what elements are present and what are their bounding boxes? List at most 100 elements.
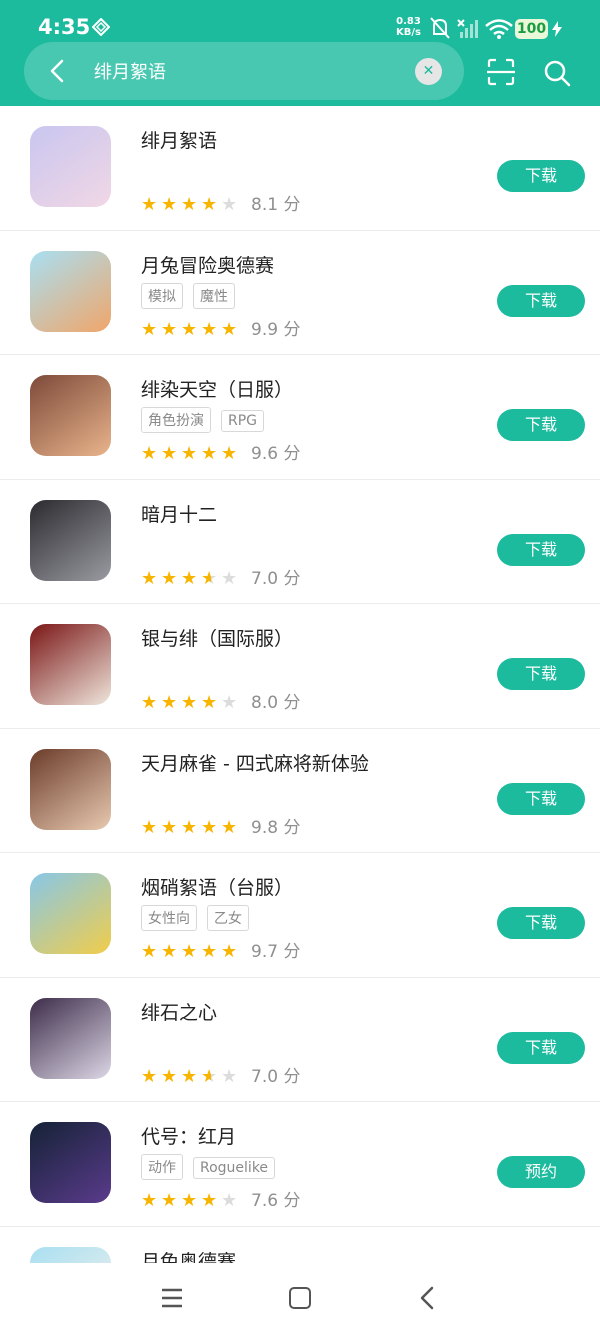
menu-icon[interactable]	[160, 1287, 184, 1309]
app-name[interactable]: 暗月十二	[141, 500, 217, 527]
app-list-item[interactable]: 绯月絮语 ★ ★ ★ ★ ★ 8.1 分下载	[0, 106, 600, 231]
search-icon[interactable]	[543, 59, 571, 87]
star-icon: ★	[141, 816, 158, 838]
clear-search-button[interactable]: ✕	[415, 58, 442, 85]
app-list-item[interactable]: 代号：红月动作 Roguelike ★ ★ ★ ★ ★ 7.6 分 预约	[0, 1102, 600, 1227]
star-icon: ★	[181, 318, 198, 340]
nav-back-icon[interactable]	[418, 1286, 438, 1310]
app-name[interactable]: 代号：红月	[141, 1122, 236, 1149]
app-tags: 女性向 乙女	[141, 905, 259, 931]
app-list-item[interactable]: 银与绯（国际服） ★ ★ ★ ★ ★ 8.0 分下载	[0, 604, 600, 729]
app-list-item[interactable]: 暗月十二 ★ ★ ★ ★ ★ 7.0 分下载	[0, 480, 600, 604]
app-tags: 动作 Roguelike	[141, 1154, 285, 1180]
star-icon: ★	[141, 318, 158, 340]
app-icon[interactable]	[30, 375, 111, 456]
app-list-item[interactable]: 月兔冒险奥德赛 模拟 魔性 ★ ★ ★ ★ ★ 9.9 分下载	[0, 231, 600, 355]
download-button[interactable]: 下载	[497, 284, 585, 317]
star-icon: ★	[181, 1190, 198, 1211]
app-tag: RPG	[221, 410, 265, 432]
rating-stars: ★ ★ ★ ★ ★ 7.0 分	[141, 564, 300, 589]
star-icon: ★	[141, 941, 158, 962]
star-icon: ★	[221, 1190, 238, 1211]
app-name[interactable]: 天月麻雀 - 四式麻将新体验	[141, 749, 369, 776]
star-icon: ★	[161, 1190, 178, 1211]
download-button[interactable]: 下载	[497, 409, 585, 441]
system-navigation-bar	[0, 1263, 600, 1333]
search-results-list: 绯月絮语 ★ ★ ★ ★ ★ 8.1 分下载 月兔冒险奥德赛 模拟 魔性 ★ ★ ★ ★ ★ 9.9 分下载绯…	[0, 106, 600, 1263]
status-bar: 4:35 0.83 KB/s 100	[0, 0, 600, 44]
app-tag: 角色扮演	[141, 407, 211, 433]
app-icon[interactable]	[30, 997, 111, 1079]
download-button[interactable]: 下载	[497, 658, 585, 690]
rating-score: 8.1 分	[251, 195, 301, 215]
app-list-item[interactable]: 天月麻雀 - 四式麻将新体验 ★ ★ ★ ★ ★ 9.8 分下载	[0, 729, 600, 853]
star-icon: ★	[161, 1065, 178, 1087]
app-icon[interactable]	[30, 250, 111, 332]
download-button[interactable]: 下载	[497, 907, 585, 939]
star-icon: ★	[181, 1065, 198, 1087]
star-icon: ★	[221, 318, 238, 340]
rating-score: 7.0 分	[251, 1066, 301, 1087]
search-input[interactable]	[94, 57, 404, 85]
app-tags: 模拟 魔性	[141, 282, 245, 309]
star-icon: ★	[161, 567, 178, 589]
wifi-icon	[485, 19, 513, 39]
star-icon: ★	[161, 941, 178, 962]
star-icon: ★	[221, 567, 238, 589]
app-name[interactable]: 烟硝絮语（台服）	[141, 873, 293, 900]
search-bar: ✕	[24, 42, 464, 100]
mute-bell-icon	[430, 17, 450, 39]
app-name[interactable]: 绯染天空（日服）	[141, 375, 293, 402]
star-icon: ★	[141, 1190, 158, 1211]
download-button[interactable]: 下载	[497, 160, 585, 192]
app-name[interactable]: 绯石之心	[141, 998, 217, 1025]
star-icon: ★	[161, 816, 178, 838]
app-tag: 模拟	[141, 282, 183, 309]
reserve-button[interactable]: 预约	[497, 1156, 585, 1188]
status-time: 4:35	[38, 15, 91, 39]
star-icon: ★	[201, 443, 218, 464]
app-icon[interactable]	[30, 499, 111, 581]
rating-score: 8.0 分	[251, 693, 301, 713]
app-icon[interactable]	[30, 748, 111, 830]
download-button[interactable]: 下载	[497, 533, 585, 566]
app-name[interactable]: 绯月絮语	[141, 126, 217, 153]
back-arrow-icon[interactable]	[46, 58, 70, 84]
app-icon[interactable]	[30, 624, 111, 705]
star-icon: ★	[161, 194, 178, 215]
app-name[interactable]: 银与绯（国际服）	[141, 624, 293, 651]
rating-stars: ★ ★ ★ ★ ★ 7.6 分	[141, 1186, 300, 1211]
rating-stars: ★ ★ ★ ★ ★ 8.1 分	[141, 190, 300, 215]
download-button[interactable]: 下载	[497, 782, 585, 815]
star-icon: ★	[221, 816, 238, 838]
app-icon[interactable]	[30, 873, 111, 954]
app-list-item[interactable]: 绯染天空（日服） 角色扮演 RPG ★ ★ ★ ★ ★ 9.6 分下载	[0, 355, 600, 480]
app-tag: 乙女	[207, 905, 249, 931]
app-name[interactable]: 月兔奥德赛	[141, 1247, 236, 1264]
app-icon[interactable]	[30, 126, 111, 207]
app-tag: 魔性	[193, 282, 235, 309]
app-tag: 动作	[141, 1154, 183, 1180]
app-list-item[interactable]: 烟硝絮语（台服） 女性向 乙女 ★ ★ ★ ★ ★ 9.7 分下载	[0, 853, 600, 978]
star-icon: ★	[161, 318, 178, 340]
star-icon: ★	[181, 941, 198, 962]
star-icon: ★	[221, 692, 238, 713]
home-icon[interactable]	[289, 1287, 311, 1309]
star-icon: ★	[201, 194, 218, 215]
rating-stars: ★ ★ ★ ★ ★ 9.8 分	[141, 813, 300, 838]
star-icon: ★	[141, 443, 158, 464]
rating-score: 7.0 分	[251, 568, 301, 589]
app-icon[interactable]	[30, 1122, 111, 1203]
star-icon: ★	[141, 567, 158, 589]
app-icon[interactable]	[30, 1246, 111, 1263]
download-button[interactable]: 下载	[497, 1031, 585, 1064]
rating-stars: ★ ★ ★ ★ ★ 8.0 分	[141, 688, 300, 713]
app-list-item[interactable]: 绯石之心 ★ ★ ★ ★ ★ 7.0 分下载	[0, 978, 600, 1102]
scan-icon[interactable]	[487, 58, 515, 86]
star-icon: ★	[221, 443, 238, 464]
app-list-item[interactable]: 月兔奥德赛下载	[0, 1227, 600, 1264]
app-notification-icon	[92, 18, 110, 36]
rating-score: 9.8 分	[251, 817, 301, 838]
app-name[interactable]: 月兔冒险奥德赛	[141, 251, 274, 278]
battery-indicator: 100	[515, 19, 548, 39]
